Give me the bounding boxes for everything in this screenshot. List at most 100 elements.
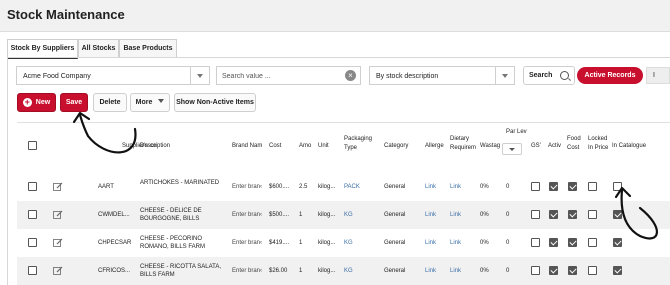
more-button-label: More	[135, 99, 153, 106]
description: CHEESE - RICOTTA SALATA, BILLS FARM	[140, 263, 221, 279]
col-gst[interactable]: GS'	[531, 142, 541, 151]
col-brand-name[interactable]: Brand Nam	[232, 142, 262, 151]
amount: 1	[299, 212, 303, 218]
brand-name-input[interactable]: Enter bran‹	[232, 267, 262, 275]
active-checkbox[interactable]	[549, 266, 558, 275]
edit-icon[interactable]	[53, 182, 63, 191]
show-non-active-button[interactable]: Show Non-Active Items	[174, 93, 256, 112]
search-mode-value: By stock description	[376, 73, 439, 80]
clear-search-icon[interactable]: ×	[345, 70, 356, 81]
delete-button[interactable]: Delete	[93, 93, 127, 112]
search-mode-select[interactable]: By stock description	[369, 66, 515, 85]
gst-checkbox[interactable]	[531, 210, 540, 219]
chevron-down-icon	[495, 67, 514, 84]
category: General	[384, 240, 406, 246]
filter-overflow[interactable]: I	[646, 67, 670, 84]
packaging-type[interactable]: PACK	[344, 183, 360, 191]
tab-stock-by-suppliers[interactable]: Stock By Suppliers	[7, 39, 78, 59]
in-catalogue-checkbox[interactable]	[613, 238, 622, 247]
col-in-catalogue[interactable]: In Catalogue	[612, 142, 646, 151]
tab-base-products[interactable]: Base Products	[119, 39, 177, 58]
brand-name-input[interactable]: Enter bran‹	[232, 211, 262, 219]
col-packaging-type[interactable]: Packaging Type	[344, 135, 372, 153]
locked-in-price-checkbox[interactable]	[588, 182, 597, 191]
gst-checkbox[interactable]	[531, 266, 540, 275]
unit: kilog...	[318, 184, 336, 190]
description-line1: CHEESE - PECORINO	[140, 236, 203, 242]
description: CHEESE - DELICE DE BOURGOGNE, BILLS	[140, 207, 202, 223]
in-catalogue-checkbox[interactable]	[613, 182, 622, 191]
col-wastage[interactable]: Wastag	[480, 142, 500, 151]
search-button[interactable]: Search	[523, 66, 575, 85]
new-button[interactable]: + New	[17, 93, 56, 112]
gst-checkbox[interactable]	[531, 182, 540, 191]
table-row[interactable]: CWMDEL... CHEESE - DELICE DE BOURGOGNE, B…	[17, 201, 670, 229]
par-level-dropdown[interactable]	[502, 143, 522, 155]
table-row[interactable]: CHPECSAR CHEESE - PECORINO ROMANO, BILLS …	[17, 229, 670, 257]
brand-name-input[interactable]: Enter bran‹	[232, 183, 262, 191]
table-header: Supplier's co Description Brand Nam Cost…	[17, 123, 670, 172]
col-locked-line1: Locked	[588, 136, 608, 142]
allergens-link[interactable]: Link	[425, 239, 436, 247]
food-cost-checkbox[interactable]	[568, 266, 577, 275]
dietary-link[interactable]: Link	[450, 211, 461, 219]
locked-in-price-checkbox[interactable]	[588, 238, 597, 247]
packaging-type[interactable]: KG	[344, 267, 353, 275]
food-cost-checkbox[interactable]	[568, 182, 577, 191]
brand-name-input[interactable]: Enter bran‹	[232, 239, 262, 247]
edit-icon[interactable]	[53, 210, 63, 219]
col-amount[interactable]: Amo	[299, 142, 311, 151]
title-bar: Stock Maintenance	[0, 0, 670, 32]
in-catalogue-checkbox[interactable]	[613, 210, 622, 219]
table-row[interactable]: CFRICOS... CHEESE - RICOTTA SALATA, BILLS…	[17, 257, 670, 285]
search-input[interactable]	[222, 71, 340, 81]
tab-all-stocks[interactable]: All Stocks	[78, 39, 119, 58]
supplier-select[interactable]: Acme Food Company	[16, 66, 210, 85]
food-cost-checkbox[interactable]	[568, 238, 577, 247]
cost: $26.00	[269, 268, 288, 274]
edit-icon[interactable]	[53, 238, 63, 247]
supplier-code: CHPECSAR	[98, 240, 132, 246]
gst-checkbox[interactable]	[531, 238, 540, 247]
dietary-link[interactable]: Link	[450, 267, 461, 275]
row-select-checkbox[interactable]	[28, 210, 37, 219]
col-dietary[interactable]: Dietary Requirem	[450, 135, 476, 153]
par-level: 0	[506, 268, 510, 274]
packaging-type[interactable]: KG	[344, 239, 353, 247]
food-cost-checkbox[interactable]	[568, 210, 577, 219]
col-allergens[interactable]: Allerge	[425, 142, 444, 151]
more-button[interactable]: More	[130, 93, 170, 112]
active-checkbox[interactable]	[549, 210, 558, 219]
select-all-checkbox[interactable]	[28, 141, 37, 150]
allergens-link[interactable]: Link	[425, 183, 436, 191]
description-line1: ARTICHOKES - MARINATED	[140, 180, 220, 186]
col-locked-in-price[interactable]: Locked In Price	[588, 135, 608, 153]
col-category[interactable]: Category	[384, 142, 408, 151]
col-food-cost[interactable]: Food Cost	[567, 135, 581, 153]
allergens-link[interactable]: Link	[425, 267, 436, 275]
col-par-level[interactable]: Par Lev	[506, 128, 527, 137]
allergens-link[interactable]: Link	[425, 211, 436, 219]
category: General	[384, 268, 406, 274]
dietary-link[interactable]: Link	[450, 239, 461, 247]
locked-in-price-checkbox[interactable]	[588, 210, 597, 219]
col-cost[interactable]: Cost	[269, 142, 281, 151]
row-select-checkbox[interactable]	[28, 238, 37, 247]
table-row[interactable]: AART ARTICHOKES - MARINATED Enter bran‹ …	[17, 173, 670, 201]
row-select-checkbox[interactable]	[28, 266, 37, 275]
active-checkbox[interactable]	[549, 182, 558, 191]
edit-icon[interactable]	[53, 266, 63, 275]
dietary-link[interactable]: Link	[450, 183, 461, 191]
in-catalogue-checkbox[interactable]	[613, 266, 622, 275]
col-description[interactable]: Description	[140, 142, 170, 151]
active-records-toggle[interactable]: Active Records	[577, 67, 643, 84]
active-checkbox[interactable]	[549, 238, 558, 247]
description-line1: CHEESE - RICOTTA SALATA,	[140, 264, 222, 270]
packaging-type[interactable]: KG	[344, 211, 353, 219]
row-select-checkbox[interactable]	[28, 182, 37, 191]
wastage: 0%	[480, 268, 489, 274]
locked-in-price-checkbox[interactable]	[588, 266, 597, 275]
col-active[interactable]: Activ	[548, 142, 561, 151]
col-unit[interactable]: Unit	[318, 142, 329, 151]
save-button[interactable]: Save	[60, 93, 88, 112]
